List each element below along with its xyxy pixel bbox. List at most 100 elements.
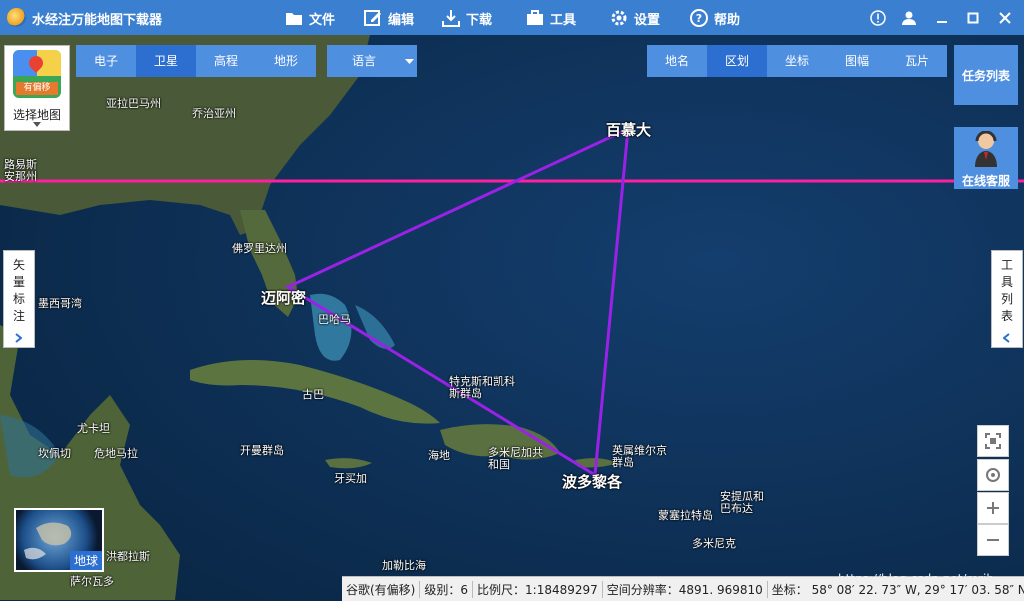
caret-down-icon	[401, 45, 417, 77]
status-source: 谷歌(有偏移)	[342, 580, 421, 598]
map-source-label: 选择地图	[12, 108, 61, 122]
maximize-button[interactable]	[963, 8, 983, 28]
zoom-in-button[interactable]	[977, 492, 1009, 524]
label-honduras: 洪都拉斯	[106, 550, 150, 563]
label-campeche: 坎佩切	[38, 447, 71, 460]
map-source-logo-icon: 有偏移	[13, 50, 61, 98]
plus-icon	[987, 502, 999, 514]
label-jamaica: 牙买加	[334, 472, 367, 485]
overlay-tabs: 地名 区划 坐标 图幅 瓦片	[647, 45, 947, 77]
label-bvi: 英属维尔京群岛	[612, 444, 667, 469]
user-icon	[902, 11, 916, 25]
tab-electronic[interactable]: 电子	[76, 45, 136, 77]
label-guatemala: 危地马拉	[94, 447, 138, 460]
menu-help[interactable]: ? 帮助	[690, 8, 740, 28]
label-cuba: 古巴	[302, 388, 324, 401]
edit-icon	[364, 10, 381, 26]
close-button[interactable]	[995, 8, 1015, 28]
tab-sheets[interactable]: 图幅	[827, 45, 887, 77]
menu-tools-label: 工具	[550, 12, 577, 28]
label-gulf: 墨西哥湾	[38, 297, 82, 310]
maximize-icon	[967, 12, 979, 24]
svg-text:?: ?	[696, 12, 702, 25]
label-bermuda: 百慕大	[606, 121, 652, 139]
user-button[interactable]	[899, 8, 919, 28]
status-level: 级别：6	[420, 580, 474, 598]
fullscreen-button[interactable]	[977, 425, 1009, 457]
status-resolution: 空间分辨率：4891. 969810	[603, 580, 768, 598]
tab-terrain[interactable]: 地形	[256, 45, 316, 77]
language-label: 语言	[351, 54, 376, 68]
folder-icon	[286, 13, 302, 25]
menu-edit[interactable]: 编辑	[364, 8, 414, 28]
menu-settings[interactable]: 设置	[610, 8, 660, 28]
zoom-out-button[interactable]	[977, 524, 1009, 556]
label-dominican: 多米尼加共和国	[488, 446, 543, 471]
label-montserrat: 蒙塞拉特岛	[658, 509, 713, 522]
tool-list-label: 工具列表	[1000, 258, 1013, 323]
chevron-down-icon	[33, 122, 41, 127]
map-source-logo-text: 有偏移	[16, 82, 58, 95]
label-turks: 特克斯和凯科斯群岛	[449, 375, 515, 400]
label-dominica: 多米尼克	[692, 537, 736, 550]
tab-tiles[interactable]: 瓦片	[887, 45, 947, 77]
vector-annotation-label: 矢量标注	[12, 258, 25, 323]
chevron-right-icon	[15, 333, 22, 343]
tab-place-names[interactable]: 地名	[647, 45, 707, 77]
label-puerto-rico: 波多黎各	[562, 473, 623, 491]
menu-file-label: 文件	[309, 12, 336, 28]
satellite-map	[0, 35, 1024, 600]
menu-tools[interactable]: 工具	[526, 8, 576, 28]
menu-help-label: 帮助	[714, 12, 741, 28]
tab-satellite[interactable]: 卫星	[136, 45, 196, 77]
tab-coordinates[interactable]: 坐标	[767, 45, 827, 77]
map-view[interactable]: 亚拉巴马州 乔治亚州 路易斯安那州 佛罗里达州 墨西哥湾 巴哈马 古巴 特克斯和…	[0, 35, 1024, 600]
tab-boundaries[interactable]: 区划	[707, 45, 767, 77]
minus-icon	[987, 539, 999, 541]
online-service-button[interactable]: 在线客服	[954, 127, 1018, 189]
label-georgia: 乔治亚州	[192, 107, 236, 120]
task-list-label: 任务列表	[961, 68, 1010, 83]
menu-edit-label: 编辑	[388, 12, 415, 28]
label-yucatan: 尤卡坦	[77, 422, 110, 435]
map-source-selector[interactable]: 有偏移 选择地图	[4, 45, 70, 131]
label-cayman: 开曼群岛	[240, 444, 284, 457]
task-list-button[interactable]: 任务列表	[954, 45, 1018, 105]
online-service-label: 在线客服	[961, 174, 1010, 188]
minimize-button[interactable]	[932, 8, 952, 28]
map-type-tabs: 电子 卫星 高程 地形	[76, 45, 316, 77]
globe-switch[interactable]: 地球	[14, 508, 104, 572]
label-miami: 迈阿密	[261, 289, 307, 307]
label-antigua: 安提瓜和巴布达	[720, 490, 764, 515]
watermark: https://blog.csdn.net/mrib	[838, 572, 994, 586]
label-bahamas: 巴哈马	[318, 313, 351, 326]
title-bar: 水经注万能地图下载器 文件 编辑 下载 工具 设置 ? 帮助	[0, 0, 1024, 35]
tab-elevation[interactable]: 高程	[196, 45, 256, 77]
customer-service-avatar-icon	[975, 131, 997, 167]
label-haiti: 海地	[428, 449, 450, 462]
fullscreen-icon	[985, 433, 1001, 449]
toolbox-icon	[527, 10, 543, 25]
close-icon	[999, 12, 1011, 24]
menu-download[interactable]: 下载	[442, 8, 492, 28]
locate-icon	[986, 468, 1000, 482]
menu-file[interactable]: 文件	[285, 8, 335, 28]
minimize-icon	[937, 21, 947, 23]
info-icon	[870, 10, 886, 26]
menu-download-label: 下载	[466, 12, 493, 28]
label-florida: 佛罗里达州	[232, 242, 287, 255]
help-icon: ?	[690, 9, 708, 27]
download-icon	[442, 10, 460, 27]
chevron-left-icon	[1003, 333, 1010, 343]
app-title: 水经注万能地图下载器	[32, 13, 163, 28]
menu-settings-label: 设置	[634, 12, 661, 28]
globe-label: 地球	[69, 551, 102, 570]
label-elsalvador: 萨尔瓦多	[70, 575, 114, 588]
label-alabama: 亚拉巴马州	[106, 97, 161, 110]
info-button[interactable]	[868, 8, 888, 28]
locate-button[interactable]	[977, 459, 1009, 491]
vector-annotation-panel[interactable]: 矢量标注	[3, 250, 35, 348]
app-logo-icon	[7, 8, 26, 27]
language-dropdown[interactable]: 语言	[327, 45, 417, 77]
tool-list-panel[interactable]: 工具列表	[991, 250, 1023, 348]
